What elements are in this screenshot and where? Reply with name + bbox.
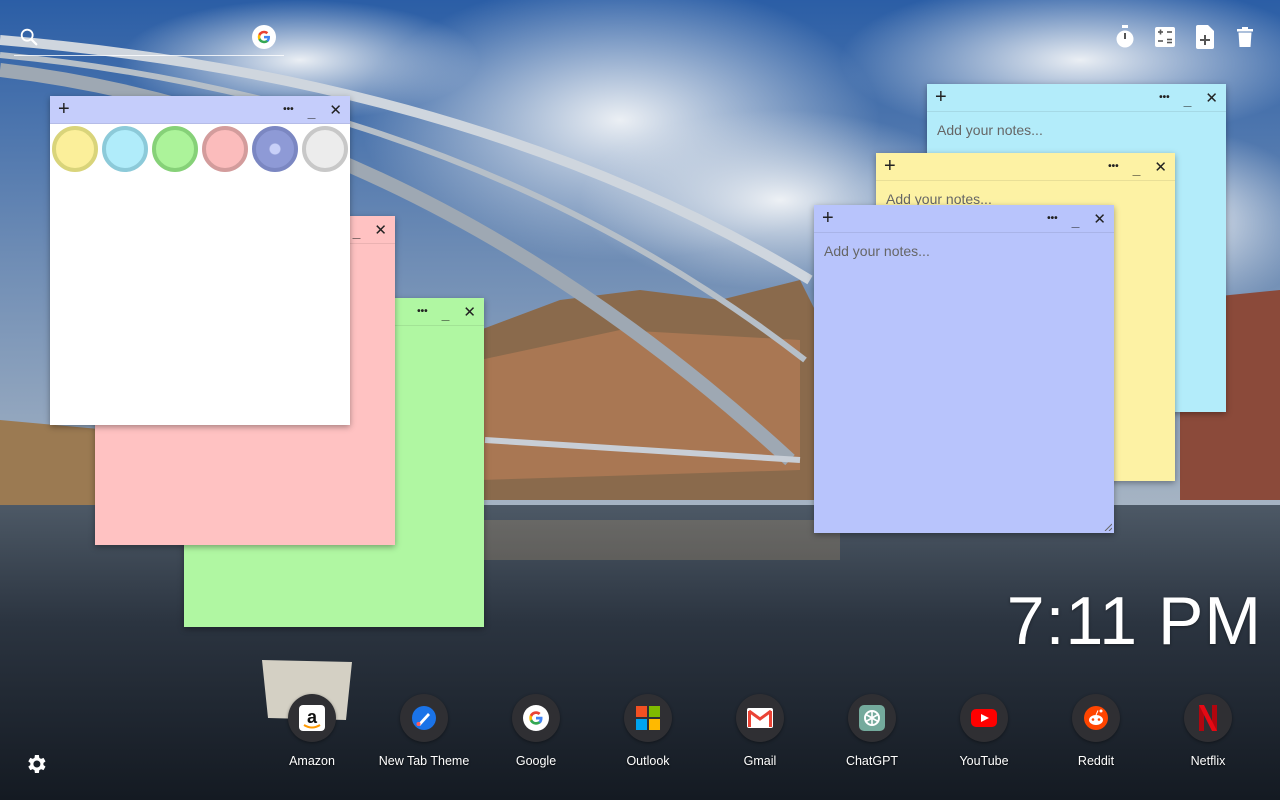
shortcut-reddit[interactable]: Reddit [1040, 694, 1152, 768]
note-minimize-button[interactable]: _ [1133, 162, 1141, 176]
note-close-button[interactable]: ✕ [329, 103, 342, 118]
note-header[interactable]: + ••• _ ✕ [876, 153, 1175, 181]
search-icon[interactable] [18, 26, 40, 48]
timer-icon [1116, 25, 1134, 48]
note-minimize-button[interactable]: _ [442, 307, 450, 321]
shortcut-label: Netflix [1190, 754, 1226, 768]
settings-gear-icon[interactable] [24, 752, 48, 776]
netflix-icon [1199, 705, 1217, 731]
search-bar[interactable] [14, 22, 284, 56]
new-tab-theme-icon [412, 706, 436, 730]
add-note-button[interactable] [1194, 24, 1216, 50]
note-minimize-button[interactable]: _ [308, 105, 316, 119]
shortcut-icon-wrap [1184, 694, 1232, 742]
google-icon [523, 705, 549, 731]
shortcut-icon-wrap [400, 694, 448, 742]
note-menu-button[interactable]: ••• [1108, 162, 1119, 172]
top-toolbar [1114, 24, 1256, 50]
shortcut-gmail[interactable]: Gmail [704, 694, 816, 768]
microsoft-icon [636, 706, 660, 730]
note-close-button[interactable]: ✕ [1154, 160, 1167, 175]
color-swatch-pink[interactable] [202, 126, 248, 172]
shortcut-label: Reddit [1077, 754, 1115, 768]
calculator-button[interactable] [1154, 24, 1176, 50]
add-note-button[interactable]: + [58, 98, 70, 120]
note-menu-button[interactable]: ••• [1159, 93, 1170, 103]
note-minimize-button[interactable]: _ [353, 225, 361, 239]
add-note-icon [1196, 25, 1214, 49]
note-text-area[interactable] [824, 243, 1104, 525]
gmail-icon [747, 708, 773, 728]
note-close-button[interactable]: ✕ [1093, 212, 1106, 227]
shortcut-label: ChatGPT [845, 754, 899, 768]
shortcut-chatgpt[interactable]: ChatGPT [816, 694, 928, 768]
sticky-note-blue[interactable]: + ••• _ ✕ [814, 205, 1114, 533]
amazon-icon: a [299, 705, 325, 731]
shortcut-icon-wrap [848, 694, 896, 742]
add-note-button[interactable]: + [935, 86, 947, 108]
shortcut-label: New Tab Theme [378, 754, 470, 768]
color-picker [52, 126, 348, 172]
note-menu-button[interactable]: ••• [417, 307, 428, 317]
sticky-note-white[interactable]: + ••• _ ✕ [50, 96, 350, 425]
note-header[interactable]: + ••• _ ✕ [814, 205, 1114, 233]
shortcut-label: YouTube [959, 754, 1009, 768]
note-header[interactable]: + ••• _ ✕ [927, 84, 1226, 112]
shortcut-label: Gmail [743, 754, 777, 768]
shortcut-label: Outlook [626, 754, 670, 768]
shortcut-icon-wrap [736, 694, 784, 742]
timer-button[interactable] [1114, 24, 1136, 50]
delete-button[interactable] [1234, 24, 1256, 50]
shortcut-icon-wrap [624, 694, 672, 742]
shortcut-netflix[interactable]: Netflix [1152, 694, 1264, 768]
shortcut-icon-wrap: a [288, 694, 336, 742]
resize-grip-icon[interactable] [1104, 523, 1112, 531]
add-note-button[interactable]: + [884, 155, 896, 177]
color-swatch-yellow[interactable] [52, 126, 98, 172]
clock-display: 7:11 PM [1006, 583, 1262, 659]
add-note-button[interactable]: + [822, 207, 834, 229]
shortcut-google[interactable]: Google [480, 694, 592, 768]
note-menu-button[interactable]: ••• [283, 105, 294, 115]
shortcut-icon-wrap [960, 694, 1008, 742]
color-swatch-cyan[interactable] [102, 126, 148, 172]
note-close-button[interactable]: ✕ [374, 223, 387, 238]
note-close-button[interactable]: ✕ [463, 305, 476, 320]
shortcut-label: Amazon [289, 754, 335, 768]
chatgpt-icon [859, 705, 885, 731]
search-input[interactable] [48, 26, 248, 48]
shortcut-outlook[interactable]: Outlook [592, 694, 704, 768]
note-header[interactable]: + ••• _ ✕ [50, 96, 350, 124]
shortcut-amazon[interactable]: a Amazon [256, 694, 368, 768]
shortcut-youtube[interactable]: YouTube [928, 694, 1040, 768]
google-icon[interactable] [252, 25, 276, 49]
youtube-icon [971, 709, 997, 727]
note-menu-button[interactable]: ••• [1047, 214, 1058, 224]
svg-text:a: a [307, 707, 318, 727]
reddit-icon [1084, 706, 1108, 730]
shortcut-new-tab-theme[interactable]: New Tab Theme [368, 694, 480, 768]
trash-icon [1237, 27, 1253, 47]
shortcut-label: Google [515, 754, 557, 768]
calculator-icon [1155, 27, 1175, 47]
shortcut-icon-wrap [512, 694, 560, 742]
color-swatch-blue[interactable] [252, 126, 298, 172]
shortcut-icon-wrap [1072, 694, 1120, 742]
note-close-button[interactable]: ✕ [1205, 91, 1218, 106]
color-swatch-gray[interactable] [302, 126, 348, 172]
note-minimize-button[interactable]: _ [1184, 93, 1192, 107]
color-swatch-green[interactable] [152, 126, 198, 172]
note-minimize-button[interactable]: _ [1072, 214, 1080, 228]
